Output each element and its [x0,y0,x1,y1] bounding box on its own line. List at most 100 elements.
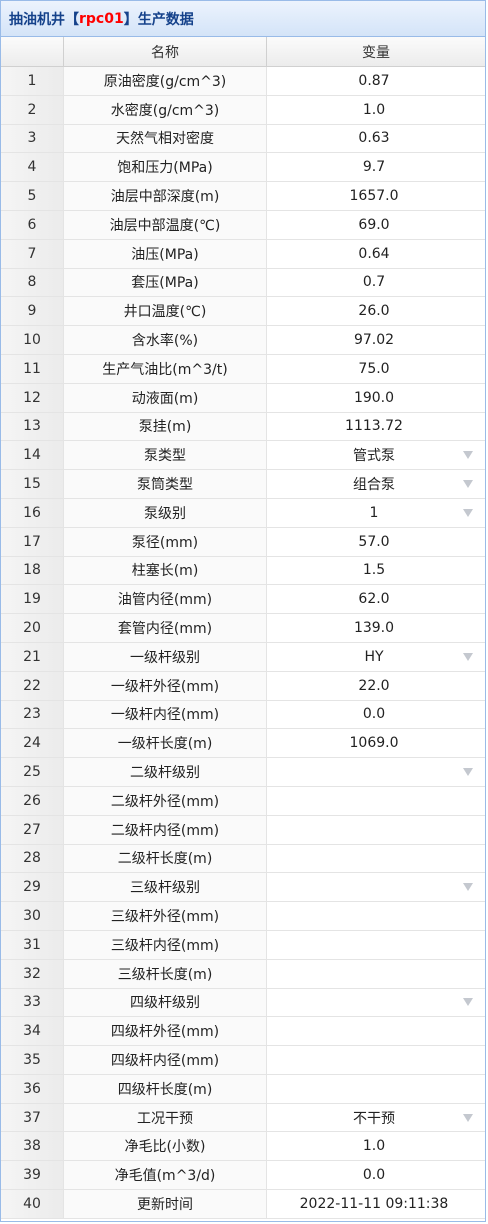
value-field[interactable]: 1113.72 [267,412,485,441]
value-text: HY [364,648,384,665]
table-row[interactable]: 36 四级杆长度(m) [1,1074,485,1104]
table-row[interactable]: 2 水密度(g/cm^3) 1.0 [1,95,485,125]
value-select[interactable] [267,873,485,902]
chevron-down-icon[interactable] [463,768,473,777]
table-row[interactable]: 29 三级杆级别 [1,873,485,903]
table-row[interactable]: 13 泵挂(m) 1113.72 [1,412,485,442]
table-row[interactable]: 28 二级杆长度(m) [1,844,485,874]
table-row[interactable]: 14 泵类型 管式泵 [1,441,485,471]
table-row[interactable]: 10 含水率(%) 97.02 [1,326,485,355]
value-field[interactable] [267,815,485,844]
row-number: 31 [1,930,64,959]
table-row[interactable]: 11 生产气油比(m^3/t) 75.0 [1,354,485,384]
value-field[interactable]: 2022-11-11 09:11:38 [267,1190,485,1218]
value-field[interactable]: 75.0 [267,354,485,383]
value-field[interactable]: 69.0 [267,210,485,239]
value-field[interactable] [267,902,485,930]
table-row[interactable]: 33 四级杆级别 [1,988,485,1018]
table-row[interactable]: 20 套管内径(mm) 139.0 [1,614,485,643]
chevron-down-icon[interactable] [463,883,473,892]
value-field[interactable]: 139.0 [267,614,485,642]
value-text: 26.0 [358,303,390,320]
table-row[interactable]: 17 泵径(mm) 57.0 [1,527,485,557]
row-name: 水密度(g/cm^3) [64,95,267,124]
table-row[interactable]: 38 净毛比(小数) 1.0 [1,1132,485,1162]
row-number: 17 [1,527,64,556]
table-row[interactable]: 8 套压(MPa) 0.7 [1,268,485,298]
table-row[interactable]: 16 泵级别 1 [1,498,485,528]
value-field[interactable]: 1.5 [267,556,485,585]
chevron-down-icon[interactable] [463,998,473,1007]
header-name[interactable]: 名称 [64,37,267,66]
value-field[interactable] [267,786,485,815]
table-row[interactable]: 19 油管内径(mm) 62.0 [1,585,485,615]
row-number: 10 [1,326,64,354]
table-row[interactable]: 22 一级杆外径(mm) 22.0 [1,671,485,701]
value-field[interactable] [267,1017,485,1046]
table-row[interactable]: 30 三级杆外径(mm) [1,902,485,931]
table-row[interactable]: 25 二级杆级别 [1,758,485,787]
value-field[interactable] [267,1046,485,1074]
value-field[interactable]: 0.64 [267,239,485,268]
value-select[interactable]: 不干预 [267,1103,485,1132]
table-row[interactable]: 12 动液面(m) 190.0 [1,383,485,413]
value-select[interactable]: 1 [267,498,485,527]
chevron-down-icon[interactable] [463,1113,473,1122]
value-select[interactable]: 管式泵 [267,441,485,470]
chevron-down-icon[interactable] [463,480,473,489]
value-field[interactable]: 190.0 [267,383,485,412]
table-row[interactable]: 3 天然气相对密度 0.63 [1,124,485,154]
value-field[interactable]: 0.7 [267,268,485,297]
value-select[interactable] [267,758,485,786]
table-row[interactable]: 7 油压(MPa) 0.64 [1,239,485,269]
table-row[interactable]: 18 柱塞长(m) 1.5 [1,556,485,586]
value-field[interactable] [267,844,485,873]
header-value[interactable]: 变量 [267,37,485,66]
table-row[interactable]: 21 一级杆级别 HY [1,642,485,672]
value-field[interactable]: 97.02 [267,326,485,354]
value-field[interactable] [267,930,485,959]
table-row[interactable]: 1 原油密度(g/cm^3) 0.87 [1,67,485,96]
title-suffix: 】生产数据 [123,11,194,28]
row-name: 一级杆内径(mm) [64,700,267,729]
value-field[interactable]: 26.0 [267,297,485,326]
value-field[interactable]: 0.0 [267,700,485,729]
row-name: 泵类型 [64,441,267,470]
chevron-down-icon[interactable] [463,508,473,517]
value-field[interactable]: 57.0 [267,527,485,556]
value-field[interactable] [267,959,485,988]
table-row[interactable]: 9 井口温度(℃) 26.0 [1,297,485,327]
value-field[interactable]: 0.63 [267,124,485,153]
chevron-down-icon[interactable] [463,652,473,661]
table-row[interactable]: 27 二级杆内径(mm) [1,815,485,845]
value-field[interactable]: 9.7 [267,153,485,182]
value-field[interactable]: 0.87 [267,67,485,95]
table-row[interactable]: 23 一级杆内径(mm) 0.0 [1,700,485,730]
table-row[interactable]: 39 净毛值(m^3/d) 0.0 [1,1161,485,1191]
value-field[interactable]: 1069.0 [267,729,485,758]
table-row[interactable]: 5 油层中部深度(m) 1657.0 [1,182,485,211]
value-field[interactable]: 0.0 [267,1161,485,1190]
value-field[interactable]: 62.0 [267,585,485,614]
table-row[interactable]: 24 一级杆长度(m) 1069.0 [1,729,485,759]
row-number: 16 [1,498,64,527]
value-field[interactable]: 1.0 [267,95,485,124]
value-select[interactable] [267,988,485,1017]
value-field[interactable] [267,1074,485,1103]
table-row[interactable]: 32 三级杆长度(m) [1,959,485,989]
value-field[interactable]: 22.0 [267,671,485,700]
value-field[interactable]: 1.0 [267,1132,485,1161]
value-select[interactable]: HY [267,642,485,671]
table-row[interactable]: 34 四级杆外径(mm) [1,1017,485,1047]
chevron-down-icon[interactable] [463,451,473,460]
value-field[interactable]: 1657.0 [267,182,485,210]
table-row[interactable]: 26 二级杆外径(mm) [1,786,485,816]
table-row[interactable]: 31 三级杆内径(mm) [1,930,485,960]
table-row[interactable]: 40 更新时间 2022-11-11 09:11:38 [1,1190,485,1219]
table-row[interactable]: 37 工况干预 不干预 [1,1103,485,1133]
table-row[interactable]: 15 泵筒类型 组合泵 [1,470,485,499]
value-select[interactable]: 组合泵 [267,470,485,498]
table-row[interactable]: 35 四级杆内径(mm) [1,1046,485,1075]
table-row[interactable]: 4 饱和压力(MPa) 9.7 [1,153,485,183]
table-row[interactable]: 6 油层中部温度(℃) 69.0 [1,210,485,240]
